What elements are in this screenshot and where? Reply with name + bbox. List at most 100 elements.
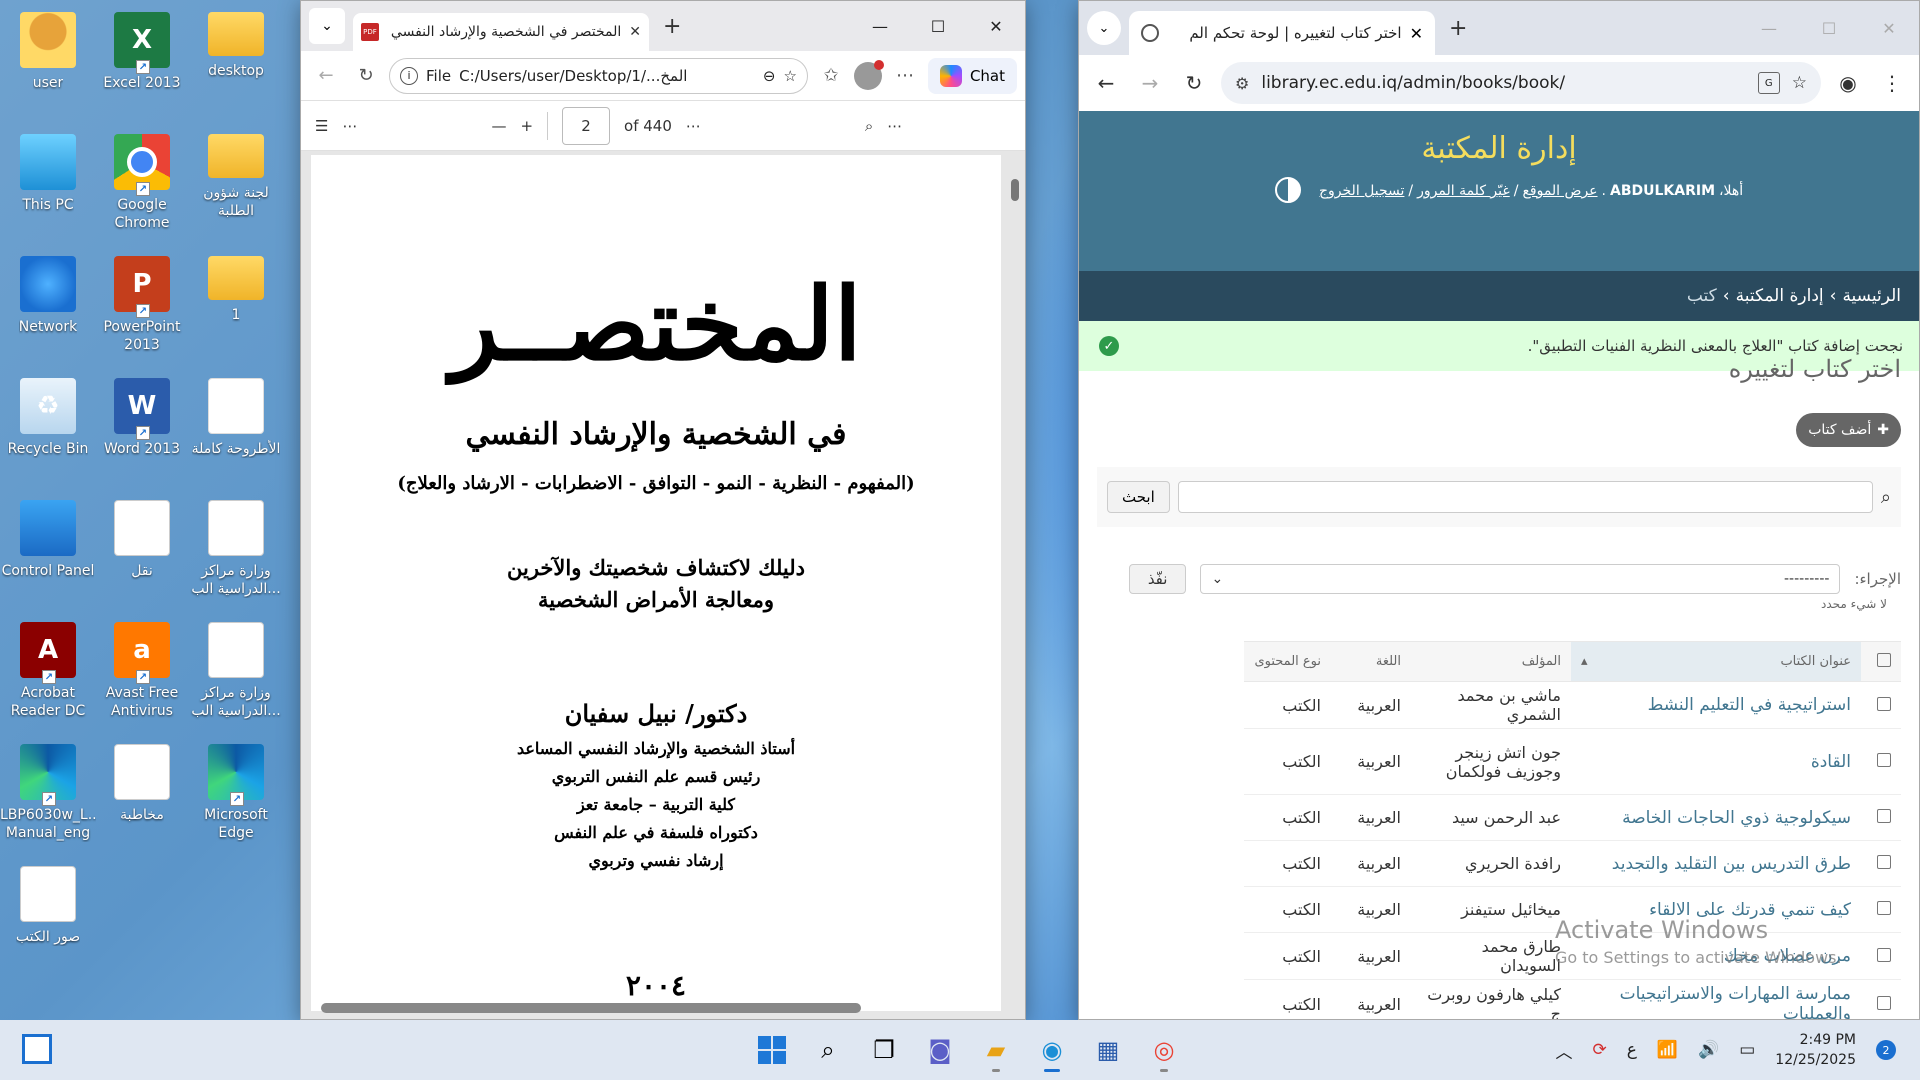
desktop-icon-pdf[interactable]: PDF الأطروحة كاملة [188,370,284,488]
column-title[interactable]: عنوان الكتاب ▴ [1571,641,1861,682]
battery-icon[interactable]: ▭ [1739,1040,1755,1060]
maximize-button[interactable]: ☐ [1799,1,1859,55]
desktop-icon-word-doc[interactable]: W نقل [94,492,190,610]
zoom-out-button[interactable]: — [491,117,506,135]
input-language[interactable]: ع [1627,1040,1637,1060]
select-all-checkbox[interactable] [1877,652,1891,667]
start-button[interactable] [750,1028,794,1072]
desktop-icon-chrome[interactable]: ↗ Google Chrome [94,126,190,244]
sort-ascending-icon[interactable]: ▴ [1581,654,1588,669]
breadcrumb-app[interactable]: إدارة المكتبة [1736,286,1824,306]
change-password-link[interactable]: غيّر كلمة المرور [1417,183,1510,199]
more-menu-icon[interactable]: ⋯ [888,59,922,93]
new-tab-button[interactable]: + [1449,16,1467,41]
back-button[interactable]: ← [309,59,343,93]
desktop-icon-folder[interactable]: 1 [188,248,284,366]
url-field[interactable]: i File C:/Users/user/Desktop/1/...المخ ⊖… [389,57,808,94]
row-checkbox[interactable] [1877,901,1891,915]
book-title-link[interactable]: سيكولوجية ذوي الحاجات الخاصة [1622,808,1851,828]
pdf-more-left-icon[interactable]: ⋯ [342,117,357,135]
desktop-icon-acrobat[interactable]: A ↗ Acrobat Reader DC [0,614,96,732]
back-button[interactable]: ← [1089,66,1123,100]
favorite-star-icon[interactable]: ☆ [783,67,796,85]
desktop-icon-computer[interactable]: This PC [0,126,96,244]
sync-icon[interactable]: ⟳ [1592,1040,1606,1060]
row-checkbox[interactable] [1877,696,1891,711]
file-explorer-icon[interactable]: ▰ [974,1028,1018,1072]
desktop-icon-recycle-bin[interactable]: ♻ Recycle Bin [0,370,96,488]
site-settings-icon[interactable]: ⚙ [1235,74,1249,93]
close-window-button[interactable]: ✕ [967,1,1025,51]
row-checkbox[interactable] [1877,809,1891,823]
reload-button[interactable]: ↻ [1177,66,1211,100]
favorites-icon[interactable]: ✩ [814,59,848,93]
breadcrumb-home[interactable]: الرئيسية [1842,286,1901,306]
close-tab-icon[interactable]: ✕ [629,24,641,40]
run-action-button[interactable]: نفّذ [1128,564,1187,594]
maximize-button[interactable]: ☐ [909,1,967,51]
desktop-icon-word[interactable]: W ↗ Word 2013 [94,370,190,488]
desktop-icon-control-panel[interactable]: Control Panel [0,492,96,610]
column-content-type[interactable]: نوع المحتوى [1244,641,1331,682]
forward-button[interactable]: → [1133,66,1167,100]
teams-chat-icon[interactable]: ◙ [918,1028,962,1072]
tab-admin[interactable]: اختر كتاب لتغييره | لوحة تحكم الم ✕ [1129,11,1435,55]
row-checkbox-cell[interactable] [1861,840,1901,887]
pdf-settings-more-icon[interactable]: ⋯ [887,117,902,135]
zoom-in-button[interactable]: + [520,117,533,135]
copilot-chat-button[interactable]: Chat [927,57,1017,94]
select-all-checkbox-cell[interactable] [1861,641,1901,682]
book-title-link[interactable]: استراتيجية في التعليم النشط [1648,695,1851,715]
close-window-button[interactable]: ✕ [1859,1,1919,55]
desktop-icon-folder[interactable]: desktop [188,4,284,122]
zoom-icon[interactable]: ⊖ [763,67,776,85]
minimize-button[interactable]: — [1739,1,1799,55]
logout-link[interactable]: تسجيل الخروج [1319,183,1404,199]
pdf-viewport[interactable]: المختصــر في الشخصية والإرشاد النفسي (ال… [301,151,1025,1019]
chrome-menu-icon[interactable]: ⋮ [1875,66,1909,100]
row-checkbox[interactable] [1877,995,1891,1010]
desktop-icon-network[interactable]: Network [0,248,96,366]
search-input[interactable] [1177,481,1873,513]
scroll-thumb[interactable] [1011,179,1019,201]
notification-badge[interactable]: 2 [1876,1040,1896,1060]
desktop-icon-word-doc[interactable]: W وزارة مراكز الدراسية الب... [188,614,284,732]
chevron-up-icon[interactable]: ︿ [1555,1038,1572,1063]
store-icon[interactable]: ▦ [1086,1028,1130,1072]
profile-avatar[interactable] [853,59,884,90]
horizontal-scrollbar[interactable] [321,1003,861,1013]
row-checkbox[interactable] [1877,753,1891,767]
desktop-icon-word-doc[interactable]: W مخاطبة [94,736,190,854]
bookmark-star-icon[interactable]: ☆ [1792,73,1807,93]
clock[interactable]: 2:49 PM 12/25/2025 [1775,1030,1856,1070]
view-site-link[interactable]: عرض الموقع [1522,183,1597,199]
row-checkbox-cell[interactable] [1861,681,1901,729]
edge-taskbar-icon[interactable]: ◉ [1030,1028,1074,1072]
desktop-icon-folder[interactable]: لجنة شؤون الطلبة [188,126,284,244]
profile-icon[interactable]: ◉ [1831,66,1865,100]
new-tab-button[interactable]: + [663,14,681,39]
desktop-icon-edge[interactable]: ↗ Microsoft Edge [188,736,284,854]
book-title-link[interactable]: طرق التدريس بين التقليد والتجديد [1612,854,1851,874]
theme-toggle-icon[interactable] [1275,177,1301,203]
wifi-icon[interactable]: 📶 [1657,1040,1678,1060]
chrome-taskbar-icon[interactable]: ◎ [1142,1028,1186,1072]
row-checkbox-cell[interactable] [1861,886,1901,933]
row-checkbox-cell[interactable] [1861,932,1901,980]
volume-icon[interactable]: 🔊 [1698,1040,1719,1060]
column-author[interactable]: المؤلف [1411,641,1571,682]
desktop-icon-excel[interactable]: X ↗ Excel 2013 [94,4,190,122]
row-checkbox-cell[interactable] [1861,728,1901,795]
row-checkbox-cell[interactable] [1861,794,1901,841]
omnibox[interactable]: ⚙ library.ec.edu.iq/admin/books/book/ G … [1221,62,1821,104]
info-icon[interactable]: i [400,66,418,85]
search-icon[interactable]: ⌕ [806,1028,850,1072]
translate-icon[interactable]: G [1757,72,1780,94]
task-view-icon[interactable]: ❐ [862,1028,906,1072]
search-button[interactable]: ابحث [1107,481,1170,513]
row-checkbox-cell[interactable] [1861,979,1901,1019]
desktop-icon-user-folder[interactable]: user [0,4,96,122]
tab-pdf-document[interactable]: PDF المختصر في الشخصية والإرشاد النفسي ✕ [353,13,649,51]
desktop-icon-word-doc[interactable]: W صور الكتب [0,858,96,976]
page-number-input[interactable]: 2 [562,106,611,145]
